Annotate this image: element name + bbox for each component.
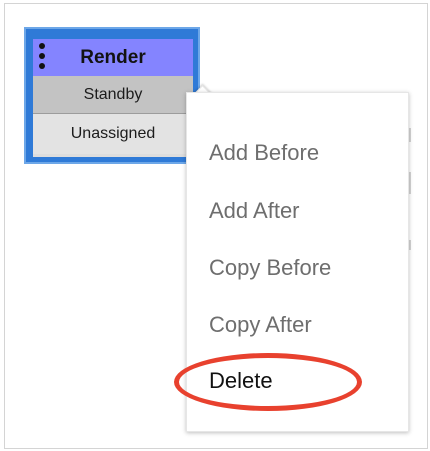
background-line xyxy=(409,172,411,194)
task-node-render[interactable]: Render Standby Unassigned xyxy=(24,27,200,164)
page: Render Standby Unassigned Add Before Add… xyxy=(0,0,430,451)
background-line xyxy=(409,128,411,142)
task-node-header[interactable]: Render xyxy=(33,39,193,76)
menu-item-delete[interactable]: Delete xyxy=(187,357,408,405)
menu-item-add-before[interactable]: Add Before xyxy=(187,129,408,177)
context-menu-pointer-mask xyxy=(191,96,215,110)
context-menu: Add Before Add After Copy Before Copy Af… xyxy=(186,92,409,432)
menu-item-add-after[interactable]: Add After xyxy=(187,187,408,235)
background-line xyxy=(409,240,411,250)
menu-item-copy-after[interactable]: Copy After xyxy=(187,301,408,349)
task-node-status[interactable]: Standby xyxy=(33,76,193,114)
menu-item-copy-before[interactable]: Copy Before xyxy=(187,244,408,292)
task-node-title: Render xyxy=(80,46,146,68)
task-node-assignment[interactable]: Unassigned xyxy=(33,114,193,154)
kebab-icon[interactable] xyxy=(37,43,47,71)
task-node-body: Render Standby Unassigned xyxy=(33,39,193,157)
